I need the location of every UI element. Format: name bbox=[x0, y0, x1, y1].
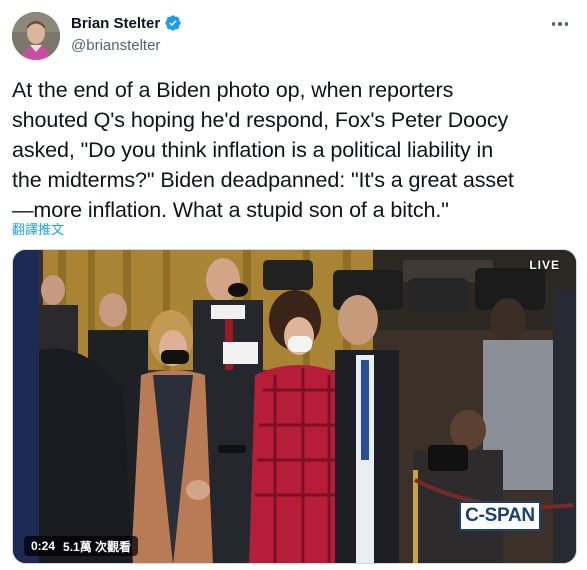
tweet-text: At the end of a Biden photo op, when rep… bbox=[12, 75, 577, 225]
tweet-text-line: shouted Q's hoping he'd respond, Fox's P… bbox=[12, 108, 509, 132]
author-handle[interactable]: @brianstelter bbox=[71, 37, 160, 54]
video-timestamp: 0:24 bbox=[31, 539, 56, 553]
video-view-count: 5.1萬 次觀看 bbox=[63, 539, 132, 554]
tweet-card: Brian Stelter @brianstelter At the end o… bbox=[0, 0, 587, 570]
video-player[interactable]: LIVE C-SPAN 0:24 5.1萬 次觀看 bbox=[12, 249, 577, 564]
avatar[interactable] bbox=[12, 12, 60, 60]
cspan-logo: C-SPAN bbox=[459, 501, 541, 531]
author-name-text[interactable]: Brian Stelter bbox=[71, 15, 160, 32]
tweet-text-line: —more inflation. What a stupid son of a … bbox=[12, 198, 449, 222]
translate-tweet-link[interactable]: 翻譯推文 bbox=[12, 219, 64, 238]
more-options-button[interactable] bbox=[548, 14, 572, 34]
live-badge: LIVE bbox=[529, 258, 560, 272]
verified-badge-icon bbox=[165, 15, 181, 31]
video-meta-overlay: 0:24 5.1萬 次觀看 bbox=[24, 536, 139, 556]
tweet-text-line: asked, "Do you think inflation is a poli… bbox=[12, 138, 494, 162]
author-name[interactable]: Brian Stelter bbox=[71, 14, 182, 32]
tweet-text-line: At the end of a Biden photo op, when rep… bbox=[12, 78, 454, 102]
more-dots-icon bbox=[551, 22, 556, 26]
tweet-text-line: the midterms?" Biden deadpanned: "It's a… bbox=[12, 168, 514, 192]
